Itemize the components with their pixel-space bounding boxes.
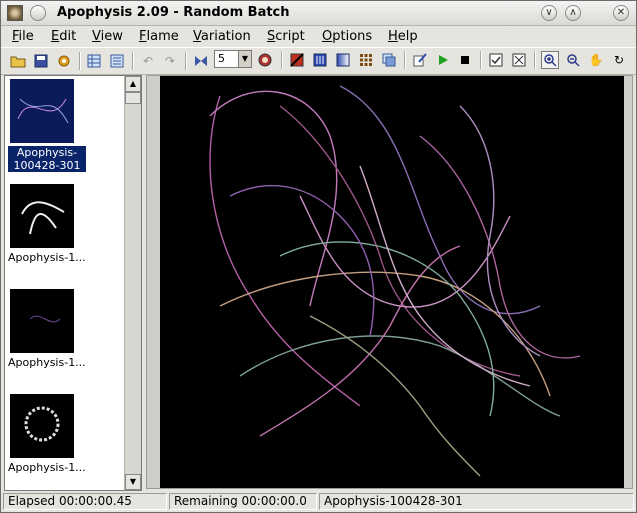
maximize-button[interactable]: ∧ [565,5,581,21]
chevron-down-icon: ∨ [545,7,553,18]
mutate-icon [195,56,207,66]
colormap-button[interactable] [334,51,352,69]
undo-icon: ↶ [142,54,154,68]
scroll-down-icon[interactable]: ▼ [125,474,141,490]
zoom-in-button[interactable] [541,51,559,69]
flame-preview[interactable] [160,76,624,488]
close-button[interactable]: ✕ [613,5,629,21]
gradient-button[interactable] [288,51,306,69]
settings-icon [58,55,70,67]
thumbnail-view-button[interactable] [108,52,126,70]
menu-file[interactable]: File [12,29,34,44]
flame-thumbnail [10,394,74,458]
play-icon [439,55,448,65]
remaining-status: Remaining 00:00:00.0 [169,493,317,510]
flame-preview-panel[interactable] [146,75,633,489]
redo-icon: ↷ [164,54,176,68]
adjust-icon [313,53,327,67]
list-view-button[interactable] [85,52,103,70]
stop-script-button[interactable] [456,51,474,69]
flame-thumbnail [10,79,74,143]
stop-icon [461,56,469,64]
transform-icon [382,53,396,67]
checkbox-icon [489,53,503,67]
menu-flame[interactable]: Flame [139,29,179,44]
gradient-icon [290,53,304,67]
menu-options[interactable]: Options [322,29,372,44]
mutate-button[interactable] [192,52,210,70]
menu-help[interactable]: Help [388,29,418,44]
zoom-out-icon [567,54,580,67]
flame-thumbnail [10,184,74,248]
fullscreen-icon [512,53,526,67]
scroll-thumb[interactable] [125,92,141,104]
list-view-icon [87,54,101,68]
pan-icon: ✋ [588,53,604,67]
menu-view[interactable]: View [92,29,123,44]
flame-name-status: Apophysis-100428-301 [319,493,634,510]
minimize-button[interactable]: ∨ [541,5,557,21]
flame-list[interactable]: Apophysis-100428-301 Apophysis-1... Apop… [4,75,142,491]
save-button[interactable] [32,52,50,70]
transform-button[interactable] [380,51,398,69]
density-spinner[interactable]: 5 ▼ [214,50,252,68]
dropdown-arrow-icon[interactable]: ▼ [238,51,251,67]
title-bar[interactable]: Apophysis 2.09 - Random Batch ∨ ∧ ✕ [1,1,636,26]
rotate-icon: ↻ [613,53,625,67]
zoom-out-button[interactable] [564,51,582,69]
grid-button[interactable] [357,51,375,69]
zoom-in-icon [544,54,557,67]
window-title: Apophysis 2.09 - Random Batch [57,5,290,20]
elapsed-status: Elapsed 00:00:00.45 [3,493,167,510]
toggle-button[interactable] [487,51,505,69]
render-button[interactable] [256,51,274,69]
fullscreen-button[interactable] [510,51,528,69]
app-window: Apophysis 2.09 - Random Batch ∨ ∧ ✕ File… [0,0,637,513]
density-value: 5 [218,52,225,65]
edit-script-button[interactable] [411,51,429,69]
open-button[interactable] [9,52,27,70]
open-icon [10,56,26,68]
adjust-button[interactable] [311,51,329,69]
undo-button[interactable]: ↶ [139,52,157,70]
save-icon [34,54,48,68]
render-icon [258,53,272,67]
redo-button[interactable]: ↷ [161,52,179,70]
colormap-icon [336,53,350,67]
status-bar: Elapsed 00:00:00.45 Remaining 00:00:00.0… [1,491,636,512]
rotate-button[interactable]: ↻ [610,51,628,69]
pan-button[interactable]: ✋ [587,51,605,69]
window-menu-button[interactable] [30,5,46,21]
run-script-button[interactable] [434,51,452,69]
thumbnail-view-icon [110,54,124,68]
app-icon[interactable] [7,5,23,21]
edit-script-icon [413,53,427,67]
menu-bar: File Edit View Flame Variation Script Op… [1,26,636,46]
settings-button[interactable] [55,52,73,70]
grid-icon [360,54,372,66]
flame-thumbnail [10,289,74,353]
menu-script[interactable]: Script [267,29,305,44]
list-scrollbar[interactable]: ▲ ▼ [124,76,141,490]
close-icon: ✕ [616,7,626,18]
chevron-up-icon: ∧ [569,7,577,18]
scroll-up-icon[interactable]: ▲ [125,76,141,92]
menu-edit[interactable]: Edit [51,29,76,44]
menu-variation[interactable]: Variation [193,29,251,44]
